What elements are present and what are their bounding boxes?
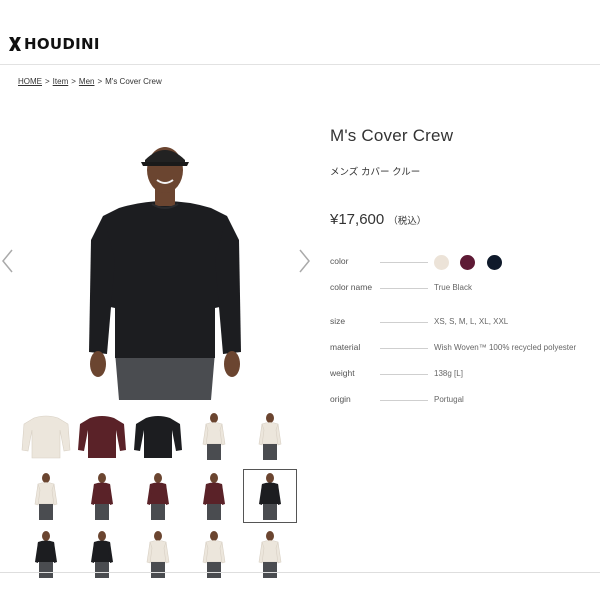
- section-divider: [0, 572, 600, 573]
- product-thumbnail[interactable]: [20, 410, 72, 462]
- brand-logo[interactable]: HOUDINI: [7, 36, 100, 52]
- houdini-logo-icon: [9, 37, 21, 51]
- spec-value: True Black: [434, 283, 472, 292]
- spec-value: Portugal: [434, 395, 464, 404]
- spec-value: Wish Woven™ 100% recycled polyester: [434, 343, 577, 352]
- product-thumbnail[interactable]: [244, 410, 296, 462]
- spec-value: XS, S, M, L, XL, XXL: [434, 317, 509, 326]
- spec-divider: [380, 374, 428, 375]
- spec-divider: [380, 348, 428, 349]
- spec-divider: [380, 262, 428, 263]
- spec-label: weight: [330, 368, 355, 378]
- product-price: ¥17,600 （税込）: [330, 211, 426, 228]
- breadcrumb-men[interactable]: Men: [79, 77, 95, 86]
- main-product-image: [55, 130, 275, 400]
- product-thumbnail[interactable]: [243, 469, 297, 523]
- breadcrumb-item[interactable]: Item: [53, 77, 69, 86]
- product-title: M's Cover Crew: [330, 126, 454, 145]
- product-thumbnail[interactable]: [76, 470, 128, 522]
- chevron-left-icon: [2, 249, 13, 273]
- product-thumbnail[interactable]: [132, 470, 184, 522]
- product-thumbnail[interactable]: [188, 470, 240, 522]
- carousel-prev-button[interactable]: [0, 246, 20, 276]
- spec-label: color name: [330, 282, 373, 292]
- spec-label: origin: [330, 394, 351, 404]
- price-value: ¥17,600: [330, 211, 385, 228]
- spec-divider: [380, 400, 428, 401]
- breadcrumb-separator: >: [71, 77, 76, 86]
- spec-label: size: [330, 316, 346, 326]
- breadcrumb-current: M's Cover Crew: [105, 77, 162, 86]
- spec-divider: [380, 288, 428, 289]
- product-thumbnail[interactable]: [132, 410, 184, 462]
- spec-label: material: [330, 342, 361, 352]
- color-swatch-burgundy[interactable]: [460, 255, 475, 270]
- chevron-right-icon: [299, 249, 310, 273]
- spec-divider: [380, 322, 428, 323]
- color-swatch-cream[interactable]: [434, 255, 449, 270]
- product-thumbnail[interactable]: [20, 470, 72, 522]
- breadcrumb-separator: >: [45, 77, 50, 86]
- breadcrumb-separator: >: [97, 77, 103, 86]
- product-subtitle: メンズ カバー クルー: [330, 167, 421, 178]
- site-header: HOUDINI: [0, 0, 600, 65]
- spec-value: 138g [L]: [434, 369, 463, 378]
- breadcrumb-home[interactable]: HOME: [18, 77, 42, 86]
- color-swatch-navy[interactable]: [487, 255, 502, 270]
- tax-note: （税込）: [388, 216, 427, 227]
- brand-name: HOUDINI: [24, 35, 100, 53]
- product-thumbnail[interactable]: [188, 410, 240, 462]
- carousel-next-button[interactable]: [296, 246, 316, 276]
- spec-label: color: [330, 256, 349, 266]
- breadcrumb: HOME > Item > Men > M's Cover Crew: [18, 77, 162, 86]
- product-thumbnail[interactable]: [76, 410, 128, 462]
